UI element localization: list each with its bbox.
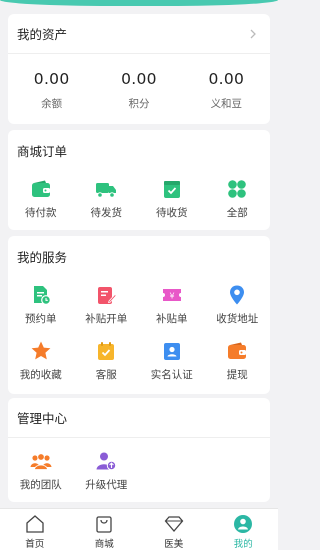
home-icon [26, 515, 44, 533]
customer-service-icon [98, 342, 115, 360]
location-pin-icon [230, 285, 245, 305]
user-icon [234, 515, 253, 533]
withdraw-wallet-icon [228, 342, 247, 359]
upgrade-agent-icon [96, 452, 117, 471]
order-pending-ship[interactable]: 待发货 [74, 178, 140, 220]
tab-label: 商城 [94, 539, 114, 550]
services-card: 我的服务 预约单 补贴开单 ¥ 补贴单 收货地址 我的收藏 客服 实名认证 提现 [8, 236, 270, 394]
diamond-icon [164, 516, 184, 533]
service-label: 补贴开单 [85, 313, 128, 325]
management-upgrade-agent[interactable]: 升级代理 [74, 450, 140, 492]
svg-text:¥: ¥ [169, 292, 174, 301]
services-title: 我的服务 [17, 249, 68, 265]
management-card: 管理中心 我的团队 升级代理 [8, 398, 270, 502]
management-team[interactable]: 我的团队 [8, 450, 74, 492]
service-label: 收货地址 [216, 313, 259, 325]
tab-mine[interactable]: 我的 [209, 509, 279, 550]
service-label: 预约单 [25, 313, 57, 325]
asset-label: 余额 [41, 98, 63, 110]
truck-icon [96, 183, 117, 198]
asset-points[interactable]: 0.00 积分 [95, 54, 182, 122]
service-withdraw[interactable]: 提现 [205, 340, 271, 382]
asset-yihe-beans[interactable]: 0.00 义和豆 [183, 54, 270, 122]
service-favorites[interactable]: 我的收藏 [8, 340, 74, 382]
service-shipping-address[interactable]: 收货地址 [205, 284, 271, 326]
all-grid-icon [228, 180, 247, 198]
service-label: 提现 [226, 369, 248, 381]
asset-balance[interactable]: 0.00 余额 [8, 54, 95, 122]
order-all[interactable]: 全部 [205, 178, 271, 220]
service-label: 补贴单 [156, 313, 188, 325]
asset-label: 义和豆 [210, 98, 243, 110]
order-label: 待付款 [25, 207, 57, 219]
tab-home[interactable]: 首页 [0, 509, 70, 550]
wallet-icon [31, 180, 50, 197]
service-subsidy-order[interactable]: ¥ 补贴单 [139, 284, 205, 326]
service-label: 实名认证 [150, 369, 193, 381]
service-customer-service[interactable]: 客服 [74, 340, 140, 382]
tab-label: 首页 [25, 539, 45, 550]
subsidy-order-edit-icon [98, 287, 118, 304]
receive-box-icon [163, 181, 180, 198]
asset-value: 0.00 [121, 70, 157, 88]
assets-header[interactable]: 我的资产 [8, 14, 270, 54]
order-label: 待收货 [156, 207, 188, 219]
order-label: 全部 [226, 207, 248, 219]
team-icon [30, 453, 52, 470]
asset-label: 积分 [128, 98, 150, 110]
assets-title: 我的资产 [17, 27, 68, 42]
services-header: 我的服务 [8, 236, 270, 276]
asset-value: 0.00 [208, 70, 245, 88]
star-icon [31, 341, 51, 360]
orders-title: 商城订单 [17, 143, 68, 159]
shopping-bag-icon [96, 516, 112, 533]
order-pending-payment[interactable]: 待付款 [8, 178, 74, 220]
subsidy-ticket-icon: ¥ [162, 289, 181, 301]
service-label: 客服 [95, 369, 117, 381]
service-label: 我的收藏 [19, 369, 62, 381]
orders-header: 商城订单 [8, 130, 270, 170]
asset-value: 0.00 [33, 70, 70, 88]
service-subsidy-order-create[interactable]: 补贴开单 [74, 284, 140, 326]
order-label: 待发货 [90, 207, 123, 219]
orders-card: 商城订单 待付款 待发货 待收货 全部 [8, 130, 270, 230]
id-card-icon [163, 343, 180, 360]
tab-label: 我的 [233, 539, 253, 550]
appointment-doc-icon [33, 286, 51, 305]
assets-card: 我的资产 0.00 余额 0.00 积分 0.00 义和豆 [8, 14, 270, 124]
tab-label: 医美 [164, 539, 184, 550]
management-label: 我的团队 [19, 479, 62, 491]
bottom-tab-bar: 首页 商城 医美 我的 [0, 508, 278, 550]
service-appointment[interactable]: 预约单 [8, 284, 74, 326]
top-accent-band [0, 0, 278, 6]
service-real-name-auth[interactable]: 实名认证 [139, 340, 205, 382]
tab-mall[interactable]: 商城 [70, 509, 140, 550]
order-pending-receive[interactable]: 待收货 [139, 178, 205, 220]
management-header: 管理中心 [8, 398, 270, 438]
tab-medical-beauty[interactable]: 医美 [139, 509, 209, 550]
chevron-right-icon [250, 29, 256, 38]
management-title: 管理中心 [17, 411, 68, 426]
management-label: 升级代理 [85, 479, 128, 491]
